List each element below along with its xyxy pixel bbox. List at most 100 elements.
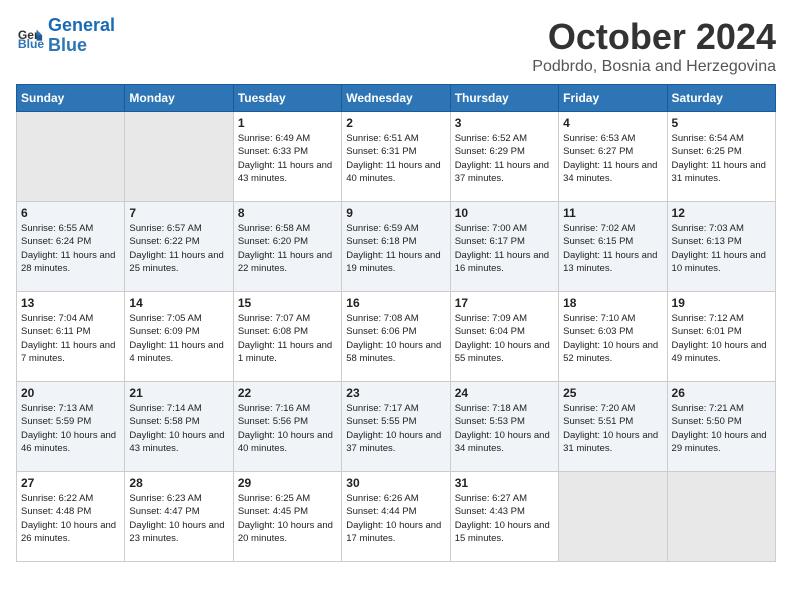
day-info: Sunrise: 7:21 AMSunset: 5:50 PMDaylight:… bbox=[672, 402, 771, 455]
day-info: Sunrise: 7:16 AMSunset: 5:56 PMDaylight:… bbox=[238, 402, 337, 455]
calendar-cell: 23 Sunrise: 7:17 AMSunset: 5:55 PMDayligh… bbox=[342, 382, 450, 472]
location-title: Podbrdo, Bosnia and Herzegovina bbox=[532, 58, 776, 76]
title-block: October 2024 Podbrdo, Bosnia and Herzego… bbox=[532, 16, 776, 76]
day-info: Sunrise: 6:26 AMSunset: 4:44 PMDaylight:… bbox=[346, 492, 445, 545]
day-number: 12 bbox=[672, 206, 771, 220]
day-number: 2 bbox=[346, 116, 445, 130]
calendar-cell: 9 Sunrise: 6:59 AMSunset: 6:18 PMDaylight… bbox=[342, 202, 450, 292]
calendar-cell: 11Sunrise: 7:02 AMSunset: 6:15 PMDayligh… bbox=[559, 202, 667, 292]
day-info: Sunrise: 6:53 AMSunset: 6:27 PMDaylight:… bbox=[563, 132, 662, 185]
day-number: 29 bbox=[238, 476, 337, 490]
day-number: 21 bbox=[129, 386, 228, 400]
day-info: Sunrise: 7:08 AMSunset: 6:06 PMDaylight:… bbox=[346, 312, 445, 365]
weekday-header: Saturday bbox=[667, 85, 775, 112]
calendar-cell: 30 Sunrise: 6:26 AMSunset: 4:44 PMDayligh… bbox=[342, 472, 450, 562]
weekday-header-row: SundayMondayTuesdayWednesdayThursdayFrid… bbox=[17, 85, 776, 112]
weekday-header: Friday bbox=[559, 85, 667, 112]
calendar-cell: 8 Sunrise: 6:58 AMSunset: 6:20 PMDaylight… bbox=[233, 202, 341, 292]
day-info: Sunrise: 6:49 AMSunset: 6:33 PMDaylight:… bbox=[238, 132, 337, 185]
day-info: Sunrise: 6:54 AMSunset: 6:25 PMDaylight:… bbox=[672, 132, 771, 185]
day-info: Sunrise: 7:07 AMSunset: 6:08 PMDaylight:… bbox=[238, 312, 337, 365]
day-info: Sunrise: 6:57 AMSunset: 6:22 PMDaylight:… bbox=[129, 222, 228, 275]
day-info: Sunrise: 6:52 AMSunset: 6:29 PMDaylight:… bbox=[455, 132, 554, 185]
day-number: 23 bbox=[346, 386, 445, 400]
day-number: 15 bbox=[238, 296, 337, 310]
logo-icon: Gen Blue bbox=[16, 22, 44, 50]
calendar-cell: 17 Sunrise: 7:09 AMSunset: 6:04 PMDayligh… bbox=[450, 292, 558, 382]
calendar-week-row: 20 Sunrise: 7:13 AMSunset: 5:59 PMDayligh… bbox=[17, 382, 776, 472]
day-info: Sunrise: 7:10 AMSunset: 6:03 PMDaylight:… bbox=[563, 312, 662, 365]
day-number: 7 bbox=[129, 206, 228, 220]
calendar-cell: 5 Sunrise: 6:54 AMSunset: 6:25 PMDaylight… bbox=[667, 112, 775, 202]
day-number: 16 bbox=[346, 296, 445, 310]
day-info: Sunrise: 7:14 AMSunset: 5:58 PMDaylight:… bbox=[129, 402, 228, 455]
day-info: Sunrise: 7:18 AMSunset: 5:53 PMDaylight:… bbox=[455, 402, 554, 455]
day-number: 13 bbox=[21, 296, 120, 310]
calendar-cell: 13 Sunrise: 7:04 AMSunset: 6:11 PMDayligh… bbox=[17, 292, 125, 382]
calendar-cell: 20 Sunrise: 7:13 AMSunset: 5:59 PMDayligh… bbox=[17, 382, 125, 472]
day-number: 19 bbox=[672, 296, 771, 310]
day-number: 11 bbox=[563, 206, 662, 220]
day-info: Sunrise: 6:58 AMSunset: 6:20 PMDaylight:… bbox=[238, 222, 337, 275]
weekday-header: Wednesday bbox=[342, 85, 450, 112]
logo: Gen Blue General Blue bbox=[16, 16, 115, 56]
calendar-cell bbox=[559, 472, 667, 562]
day-number: 9 bbox=[346, 206, 445, 220]
day-number: 28 bbox=[129, 476, 228, 490]
calendar-table: SundayMondayTuesdayWednesdayThursdayFrid… bbox=[16, 84, 776, 562]
calendar-cell: 29 Sunrise: 6:25 AMSunset: 4:45 PMDayligh… bbox=[233, 472, 341, 562]
logo-text: General Blue bbox=[48, 16, 115, 56]
calendar-cell: 1 Sunrise: 6:49 AMSunset: 6:33 PMDaylight… bbox=[233, 112, 341, 202]
day-number: 8 bbox=[238, 206, 337, 220]
calendar-cell: 26 Sunrise: 7:21 AMSunset: 5:50 PMDayligh… bbox=[667, 382, 775, 472]
calendar-cell: 31Sunrise: 6:27 AMSunset: 4:43 PMDayligh… bbox=[450, 472, 558, 562]
day-info: Sunrise: 6:55 AMSunset: 6:24 PMDaylight:… bbox=[21, 222, 120, 275]
day-number: 27 bbox=[21, 476, 120, 490]
calendar-week-row: 13 Sunrise: 7:04 AMSunset: 6:11 PMDayligh… bbox=[17, 292, 776, 382]
weekday-header: Monday bbox=[125, 85, 233, 112]
day-number: 5 bbox=[672, 116, 771, 130]
calendar-cell: 4Sunrise: 6:53 AMSunset: 6:27 PMDaylight… bbox=[559, 112, 667, 202]
day-number: 24 bbox=[455, 386, 554, 400]
calendar-cell: 16 Sunrise: 7:08 AMSunset: 6:06 PMDayligh… bbox=[342, 292, 450, 382]
day-number: 20 bbox=[21, 386, 120, 400]
calendar-cell: 15 Sunrise: 7:07 AMSunset: 6:08 PMDayligh… bbox=[233, 292, 341, 382]
month-title: October 2024 bbox=[532, 16, 776, 58]
day-info: Sunrise: 6:51 AMSunset: 6:31 PMDaylight:… bbox=[346, 132, 445, 185]
calendar-cell: 19 Sunrise: 7:12 AMSunset: 6:01 PMDayligh… bbox=[667, 292, 775, 382]
day-info: Sunrise: 7:17 AMSunset: 5:55 PMDaylight:… bbox=[346, 402, 445, 455]
calendar-cell: 25Sunrise: 7:20 AMSunset: 5:51 PMDayligh… bbox=[559, 382, 667, 472]
calendar-cell: 3 Sunrise: 6:52 AMSunset: 6:29 PMDaylight… bbox=[450, 112, 558, 202]
day-info: Sunrise: 7:09 AMSunset: 6:04 PMDaylight:… bbox=[455, 312, 554, 365]
day-number: 10 bbox=[455, 206, 554, 220]
calendar-cell: 2 Sunrise: 6:51 AMSunset: 6:31 PMDaylight… bbox=[342, 112, 450, 202]
day-info: Sunrise: 7:12 AMSunset: 6:01 PMDaylight:… bbox=[672, 312, 771, 365]
day-number: 1 bbox=[238, 116, 337, 130]
day-info: Sunrise: 6:25 AMSunset: 4:45 PMDaylight:… bbox=[238, 492, 337, 545]
day-number: 3 bbox=[455, 116, 554, 130]
calendar-cell bbox=[667, 472, 775, 562]
day-number: 6 bbox=[21, 206, 120, 220]
day-number: 31 bbox=[455, 476, 554, 490]
day-number: 14 bbox=[129, 296, 228, 310]
logo-general: General bbox=[48, 15, 115, 35]
calendar-cell: 28 Sunrise: 6:23 AMSunset: 4:47 PMDayligh… bbox=[125, 472, 233, 562]
day-number: 26 bbox=[672, 386, 771, 400]
calendar-cell: 7 Sunrise: 6:57 AMSunset: 6:22 PMDaylight… bbox=[125, 202, 233, 292]
calendar-week-row: 1 Sunrise: 6:49 AMSunset: 6:33 PMDaylight… bbox=[17, 112, 776, 202]
calendar-cell: 12Sunrise: 7:03 AMSunset: 6:13 PMDayligh… bbox=[667, 202, 775, 292]
day-number: 25 bbox=[563, 386, 662, 400]
calendar-week-row: 6 Sunrise: 6:55 AMSunset: 6:24 PMDaylight… bbox=[17, 202, 776, 292]
day-number: 17 bbox=[455, 296, 554, 310]
day-info: Sunrise: 6:23 AMSunset: 4:47 PMDaylight:… bbox=[129, 492, 228, 545]
calendar-cell: 18Sunrise: 7:10 AMSunset: 6:03 PMDayligh… bbox=[559, 292, 667, 382]
day-info: Sunrise: 7:00 AMSunset: 6:17 PMDaylight:… bbox=[455, 222, 554, 275]
weekday-header: Tuesday bbox=[233, 85, 341, 112]
calendar-cell: 21 Sunrise: 7:14 AMSunset: 5:58 PMDayligh… bbox=[125, 382, 233, 472]
day-info: Sunrise: 7:13 AMSunset: 5:59 PMDaylight:… bbox=[21, 402, 120, 455]
weekday-header: Thursday bbox=[450, 85, 558, 112]
day-info: Sunrise: 7:04 AMSunset: 6:11 PMDaylight:… bbox=[21, 312, 120, 365]
day-info: Sunrise: 6:59 AMSunset: 6:18 PMDaylight:… bbox=[346, 222, 445, 275]
calendar-cell: 27Sunrise: 6:22 AMSunset: 4:48 PMDayligh… bbox=[17, 472, 125, 562]
day-number: 30 bbox=[346, 476, 445, 490]
